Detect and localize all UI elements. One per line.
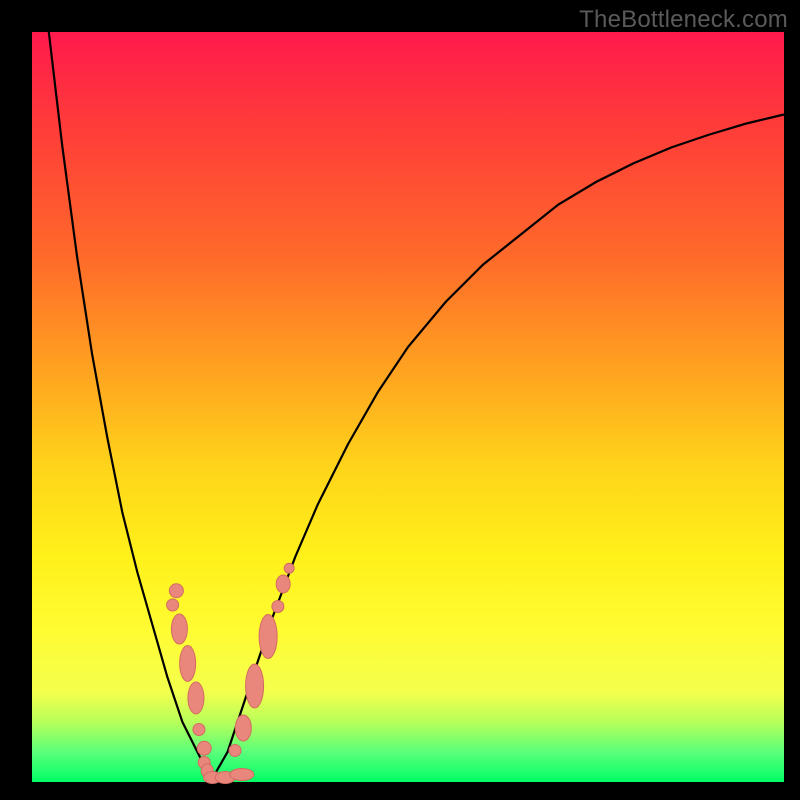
bead-marker xyxy=(193,724,205,736)
bead-marker xyxy=(284,563,294,573)
bead-marker xyxy=(171,614,187,644)
bead-marker xyxy=(272,601,284,613)
chart-frame: TheBottleneck.com xyxy=(0,0,800,800)
bead-marker xyxy=(229,745,241,757)
bead-marker xyxy=(167,599,179,611)
bead-marker xyxy=(230,769,254,781)
plot-area xyxy=(32,32,784,782)
chart-svg xyxy=(32,32,784,782)
watermark-text: TheBottleneck.com xyxy=(579,6,788,34)
bead-marker xyxy=(180,646,196,682)
beads-group xyxy=(167,563,295,783)
bead-marker xyxy=(188,682,204,714)
bead-marker xyxy=(246,664,264,708)
bead-marker xyxy=(276,575,290,593)
curve-right-branch xyxy=(212,115,784,779)
bead-marker xyxy=(259,615,277,659)
bead-marker xyxy=(169,584,183,598)
bead-marker xyxy=(235,715,251,741)
bead-marker xyxy=(197,741,211,755)
